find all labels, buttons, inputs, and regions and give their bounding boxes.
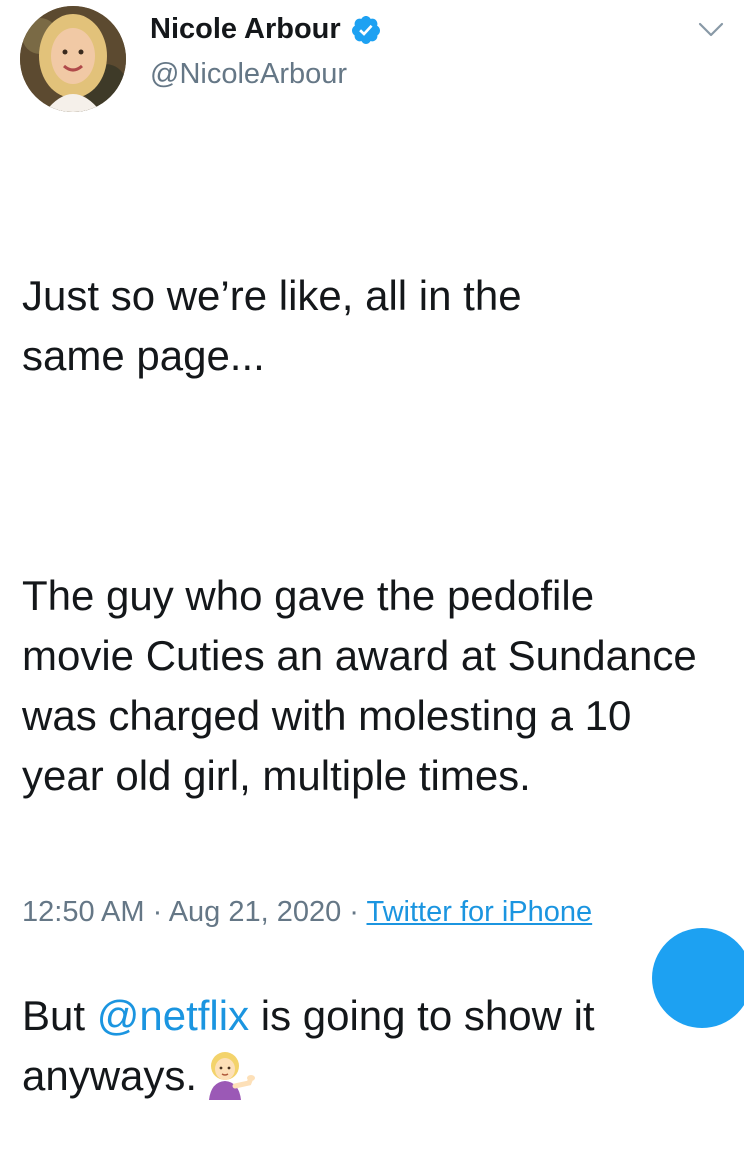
tweet-text: Just so we’re like, all in the same page…	[22, 146, 732, 1166]
tweet-paragraph-1: Just so we’re like, all in the same page…	[22, 266, 732, 386]
tweet-paragraph-2: The guy who gave the pedofile movie Cuti…	[22, 572, 709, 799]
meta-separator: ·	[341, 896, 367, 928]
verified-badge-icon	[351, 15, 380, 44]
handle[interactable]: @NicoleArbour	[150, 58, 347, 91]
meta-separator: ·	[144, 896, 169, 928]
tweet-line-2: same page...	[22, 332, 265, 379]
mention-link[interactable]: @netflix	[97, 992, 249, 1039]
tweet-meta: 12:50 AM · Aug 21, 2020 · Twitter for iP…	[22, 896, 592, 929]
tweet-source-link[interactable]: Twitter for iPhone	[367, 896, 593, 928]
compose-fab-button[interactable]	[652, 928, 744, 1028]
tweet-date[interactable]: Aug 21, 2020	[169, 896, 342, 928]
display-name[interactable]: Nicole Arbour	[150, 13, 382, 46]
display-name-text: Nicole Arbour	[150, 13, 341, 45]
avatar[interactable]	[20, 6, 126, 112]
tweet-time[interactable]: 12:50 AM	[22, 896, 145, 928]
profile-photo-icon	[20, 6, 126, 112]
tweet-paragraph-3: But @netflix is going to show it anyways…	[22, 986, 722, 1106]
woman-tipping-hand-emoji-icon	[209, 1052, 256, 1100]
chevron-down-icon[interactable]	[696, 14, 726, 44]
tweet-text-before-mention: But	[22, 992, 97, 1039]
tweet-line-1: Just so we’re like, all in the	[22, 272, 522, 319]
